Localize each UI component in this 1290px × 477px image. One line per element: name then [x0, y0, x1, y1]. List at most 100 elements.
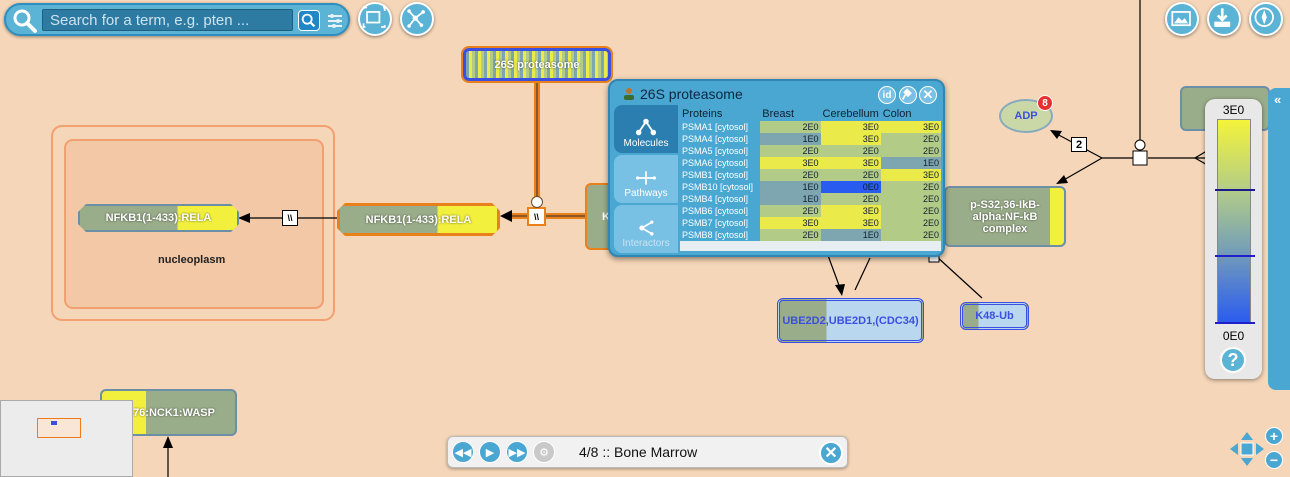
cerebellum-value-cell: 3E0	[820, 133, 881, 145]
table-row[interactable]: PSMB10 [cytosol] 1E0 0E0 2E0	[680, 181, 941, 193]
search-submit-button[interactable]	[298, 10, 320, 31]
zoom-in-button[interactable]: +	[1265, 427, 1283, 445]
tree-icon	[407, 9, 425, 28]
tab-label: Interactors	[622, 238, 670, 249]
breast-value-cell: 2E0	[760, 169, 821, 181]
column-header: Colon	[880, 106, 941, 121]
cerebellum-value-cell: 0E0	[820, 181, 881, 193]
cerebellum-value-cell: 3E0	[820, 205, 881, 217]
tab-label: Molecules	[623, 138, 669, 149]
complex-26s-proteasome[interactable]: 26S proteasome	[463, 48, 611, 81]
panel-close-button[interactable]: ✕	[919, 86, 937, 104]
pan-controls	[1228, 430, 1266, 468]
analysis-player: ◀◀ ▶ ▶▶ ⚙ 4/8 :: Bone Marrow ✕	[447, 436, 848, 468]
complex-nfkb-nucleoplasm[interactable]: NFKB1(1-433):RELA	[78, 204, 239, 232]
colon-value-cell: 3E0	[880, 169, 941, 181]
pan-arrows-icon[interactable]	[1228, 430, 1266, 468]
thumbnail-viewport	[37, 418, 81, 438]
cerebellum-value-cell: 3E0	[820, 157, 881, 169]
download-icon	[1214, 8, 1231, 27]
table-row[interactable]: PSMA6 [cytosol] 3E0 3E0 1E0	[680, 157, 941, 169]
panel-tabs: Molecules Pathways Interactors	[614, 105, 678, 255]
collapse-chevron-icon[interactable]: «	[1274, 92, 1281, 107]
protein-name-cell: PSMA6 [cytosol]	[680, 157, 761, 169]
colon-value-cell: 1E0	[880, 157, 941, 169]
protein-name-cell: PSMB4 [cytosol]	[680, 193, 761, 205]
breast-value-cell: 3E0	[760, 217, 821, 229]
interactors-icon	[639, 220, 654, 236]
tab-label: Pathways	[624, 188, 668, 199]
column-header: Breast	[760, 106, 821, 121]
panel-pin-button[interactable]	[899, 86, 917, 104]
legend-color-scale[interactable]	[1217, 119, 1251, 324]
reaction-node-highlighted[interactable]: \\	[527, 207, 546, 226]
panel-id-button[interactable]: id	[878, 86, 896, 104]
breast-value-cell: 3E0	[760, 157, 821, 169]
breast-value-cell: 1E0	[760, 181, 821, 193]
cerebellum-value-cell: 3E0	[820, 217, 881, 229]
breast-value-cell: 2E0	[760, 205, 821, 217]
table-row[interactable]: PSMB4 [cytosol] 1E0 2E0 2E0	[680, 193, 941, 205]
table-row[interactable]: PSMB6 [cytosol] 2E0 3E0 2E0	[680, 205, 941, 217]
column-header: Proteins	[680, 106, 761, 121]
breast-value-cell: 2E0	[760, 121, 821, 133]
table-row[interactable]: PSMB8 [cytosol] 2E0 1E0 2E0	[680, 229, 941, 241]
search-icon	[301, 13, 316, 28]
legend-max-label: 3E0	[1222, 103, 1245, 117]
speed-button[interactable]: ⚙	[533, 441, 555, 463]
legend-marker	[1215, 189, 1255, 191]
tab-interactors[interactable]: Interactors	[614, 205, 678, 253]
complex-k48-ub[interactable]: K48-Ub	[960, 302, 1029, 330]
protein-name-cell: PSMB7 [cytosol]	[680, 217, 761, 229]
breast-value-cell: 1E0	[760, 133, 821, 145]
search-bar	[4, 3, 350, 36]
table-row[interactable]: PSMA5 [cytosol] 2E0 2E0 2E0	[680, 145, 941, 157]
tour-button[interactable]	[1249, 2, 1283, 36]
table-row[interactable]: PSMB1 [cytosol] 2E0 2E0 3E0	[680, 169, 941, 181]
next-button[interactable]: ▶▶	[506, 441, 528, 463]
illustrations-button[interactable]	[1165, 2, 1199, 36]
close-analysis-button[interactable]: ✕	[819, 441, 843, 465]
search-input[interactable]	[42, 9, 293, 31]
details-side-panel[interactable]: «	[1268, 88, 1290, 390]
molecules-overlay-panel: 26S proteasome id ✕ Molecules Pathways I…	[608, 79, 945, 257]
molecules-icon	[635, 118, 657, 136]
search-icon[interactable]	[12, 8, 38, 34]
colon-value-cell: 2E0	[880, 229, 941, 241]
complex-p-s32-36-ikb-alpha-nfkb[interactable]: p-S32,36-IkB-alpha:NF-kB complex	[944, 186, 1066, 247]
table-row[interactable]: PSMA4 [cytosol] 1E0 3E0 2E0	[680, 133, 941, 145]
sliders-icon	[328, 14, 342, 28]
protein-name-cell: PSMB8 [cytosol]	[680, 229, 761, 241]
hierarchy-button[interactable]	[400, 2, 434, 36]
reaction-circle	[531, 196, 543, 208]
colon-value-cell: 2E0	[880, 193, 941, 205]
reaction-node[interactable]: \\	[282, 210, 298, 226]
table-row[interactable]: PSMB7 [cytosol] 3E0 3E0 2E0	[680, 217, 941, 229]
compass-icon	[1254, 7, 1274, 27]
set-ube2d2-ube2d1-cdc34[interactable]: UBE2D2,UBE2D1,(CDC34)	[777, 298, 924, 343]
breast-value-cell: 1E0	[760, 193, 821, 205]
complex-nfkb-cytosol[interactable]: NFKB1(1-433):RELA	[337, 203, 500, 236]
legend-marker	[1215, 322, 1255, 324]
panel-title: 26S proteasome	[640, 86, 743, 102]
search-options-button[interactable]	[325, 10, 345, 31]
play-button[interactable]: ▶	[479, 441, 501, 463]
table-row[interactable]: PSMA1 [cytosol] 2E0 3E0 3E0	[680, 121, 941, 133]
zoom-out-button[interactable]: −	[1265, 451, 1283, 469]
previous-button[interactable]: ◀◀	[452, 441, 474, 463]
protein-name-cell: PSMB10 [cytosol]	[680, 181, 761, 193]
colon-value-cell: 2E0	[880, 205, 941, 217]
tab-pathways[interactable]: Pathways	[614, 155, 678, 203]
thumbnail-highlight	[51, 421, 57, 425]
diagram-thumbnail[interactable]	[0, 400, 133, 477]
export-button[interactable]	[1207, 2, 1241, 36]
legend-help-button[interactable]: ?	[1220, 347, 1246, 373]
fit-diagram-button[interactable]	[358, 2, 392, 36]
colon-value-cell: 2E0	[880, 181, 941, 193]
breast-value-cell: 2E0	[760, 145, 821, 157]
compartment-label: nucleoplasm	[158, 254, 226, 266]
tab-molecules[interactable]: Molecules	[614, 105, 678, 153]
protein-name-cell: PSMA4 [cytosol]	[680, 133, 761, 145]
protein-name-cell: PSMA1 [cytosol]	[680, 121, 761, 133]
expression-table: Proteins Breast Cerebellum Colon PSMA1 […	[680, 106, 941, 251]
